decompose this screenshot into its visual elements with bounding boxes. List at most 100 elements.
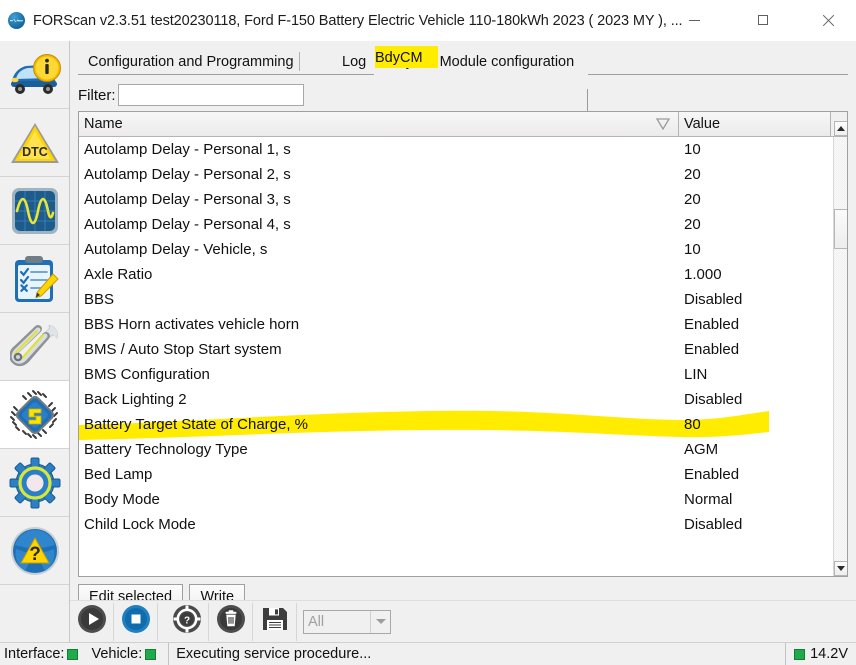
minimize-icon: [689, 20, 700, 21]
row-name: Child Lock Mode: [79, 516, 679, 533]
row-value: 80: [679, 416, 831, 433]
caret-up-icon: [837, 126, 845, 131]
stop-button[interactable]: [114, 603, 158, 641]
row-name: Autolamp Delay - Vehicle, s: [79, 241, 679, 258]
title-bar: FORScan v2.3.51 test20230118, Ford F-150…: [0, 0, 856, 41]
stop-icon: [121, 604, 151, 639]
scrollbar-track[interactable]: [834, 137, 848, 561]
tab-configuration-and-programming[interactable]: Configuration and Programming: [82, 48, 300, 75]
row-value: 10: [679, 141, 831, 158]
column-header-label: Value: [684, 116, 720, 132]
filter-input[interactable]: [118, 84, 304, 106]
chip-icon: [9, 389, 61, 441]
minimize-button[interactable]: [671, 0, 717, 40]
table-row[interactable]: Body Mode Normal: [79, 487, 833, 512]
table-row[interactable]: Child Lock Mode Disabled: [79, 512, 833, 537]
clear-button[interactable]: [209, 603, 253, 641]
table-row[interactable]: BMS / Auto Stop Start system Enabled: [79, 337, 833, 362]
table-row[interactable]: Bed Lamp Enabled: [79, 462, 833, 487]
sidebar: DTC: [0, 41, 70, 642]
filter-label: Filter:: [78, 87, 116, 104]
row-name: Autolamp Delay - Personal 1, s: [79, 141, 679, 158]
row-name: Battery Target State of Charge, %: [79, 416, 679, 433]
tab-log[interactable]: Log: [336, 48, 372, 75]
tab-bdycm-highlighted-text: BdyCM: [375, 48, 438, 67]
svg-text:?: ?: [29, 544, 41, 565]
table-row[interactable]: Autolamp Delay - Personal 3, s 20: [79, 187, 833, 212]
row-value: 20: [679, 191, 831, 208]
maximize-button[interactable]: [740, 0, 786, 40]
scope-select[interactable]: All: [303, 610, 391, 634]
svg-text:DTC: DTC: [22, 145, 48, 159]
sidebar-item-vehicle-info[interactable]: [0, 41, 69, 109]
table-row[interactable]: Autolamp Delay - Personal 1, s 10: [79, 137, 833, 162]
scroll-down-button[interactable]: [834, 561, 848, 576]
scroll-up-button[interactable]: [834, 121, 848, 136]
tab-label: Configuration and Programming: [88, 54, 294, 70]
sidebar-item-tests[interactable]: [0, 245, 69, 313]
oscilloscope-icon: [11, 187, 59, 235]
table-row[interactable]: Axle Ratio 1.000: [79, 262, 833, 287]
table-row-highlighted[interactable]: Battery Target State of Charge, % 80: [79, 412, 833, 437]
configuration-table: Name Value Autolamp Delay -: [78, 111, 848, 577]
tab-label: Log: [342, 54, 366, 70]
row-value: Disabled: [679, 291, 831, 308]
row-value: 20: [679, 166, 831, 183]
chevron-down-icon[interactable]: [370, 611, 390, 633]
interface-status: Interface:: [0, 643, 87, 665]
row-name: Axle Ratio: [79, 266, 679, 283]
sidebar-item-service-procedures[interactable]: [0, 313, 69, 381]
test-checklist-icon: [11, 254, 59, 304]
sidebar-item-dtc-codes[interactable]: DTC: [0, 109, 69, 177]
row-name: BMS / Auto Stop Start system: [79, 341, 679, 358]
row-name: Autolamp Delay - Personal 2, s: [79, 166, 679, 183]
wrench-icon: [10, 323, 60, 371]
table-row[interactable]: Autolamp Delay - Personal 2, s 20: [79, 162, 833, 187]
status-bar: Interface: Vehicle: Executing service pr…: [0, 642, 856, 665]
table-row[interactable]: BMS Configuration LIN: [79, 362, 833, 387]
save-button[interactable]: [253, 603, 297, 641]
voltage-value: 14.2V: [810, 646, 848, 662]
row-value: 10: [679, 241, 831, 258]
table-row[interactable]: Back Lighting 2 Disabled: [79, 387, 833, 412]
row-value: Normal: [679, 491, 831, 508]
trash-icon: [216, 604, 246, 639]
table-row[interactable]: Autolamp Delay - Personal 4, s 20: [79, 212, 833, 237]
close-button[interactable]: [805, 0, 851, 40]
sidebar-item-module-programming[interactable]: [0, 381, 69, 449]
sidebar-item-help[interactable]: ?: [0, 517, 69, 585]
vehicle-status: Vehicle:: [87, 643, 165, 665]
row-name: BBS: [79, 291, 679, 308]
column-header-label: Name: [84, 116, 123, 132]
column-header-value[interactable]: Value: [679, 112, 831, 136]
table-row[interactable]: BBS Disabled: [79, 287, 833, 312]
vehicle-label: Vehicle:: [91, 646, 142, 662]
row-value: AGM: [679, 441, 831, 458]
scrollbar-thumb[interactable]: [834, 209, 848, 249]
row-name: Autolamp Delay - Personal 4, s: [79, 216, 679, 233]
row-name: BMS Configuration: [79, 366, 679, 383]
tab-divider: [299, 52, 300, 71]
column-header-name[interactable]: Name: [79, 112, 679, 136]
table-scrollbar[interactable]: [833, 137, 847, 576]
table-row[interactable]: BBS Horn activates vehicle horn Enabled: [79, 312, 833, 337]
active-tab-underline-mask: [374, 74, 588, 76]
forscan-window: FORScan v2.3.51 test20230118, Ford F-150…: [0, 0, 856, 665]
row-value: Enabled: [679, 341, 831, 358]
row-value: 20: [679, 216, 831, 233]
floppy-save-icon: [261, 605, 289, 638]
sidebar-item-oscilloscope[interactable]: [0, 177, 69, 245]
row-name: Autolamp Delay - Personal 3, s: [79, 191, 679, 208]
dtc-warning-icon: DTC: [9, 120, 61, 166]
table-header: Name Value: [79, 112, 847, 137]
table-row[interactable]: Autolamp Delay - Vehicle, s 10: [79, 237, 833, 262]
table-row[interactable]: Battery Technology Type AGM: [79, 437, 833, 462]
table-body: Autolamp Delay - Personal 1, s 10 Autola…: [79, 137, 833, 576]
gear-icon: [9, 457, 61, 509]
filter-row: Filter:: [78, 81, 848, 109]
sidebar-item-configuration[interactable]: [0, 449, 69, 517]
help-button[interactable]: ?: [165, 603, 209, 641]
row-value: Enabled: [679, 316, 831, 333]
row-name: Back Lighting 2: [79, 391, 679, 408]
play-button[interactable]: [70, 603, 114, 641]
